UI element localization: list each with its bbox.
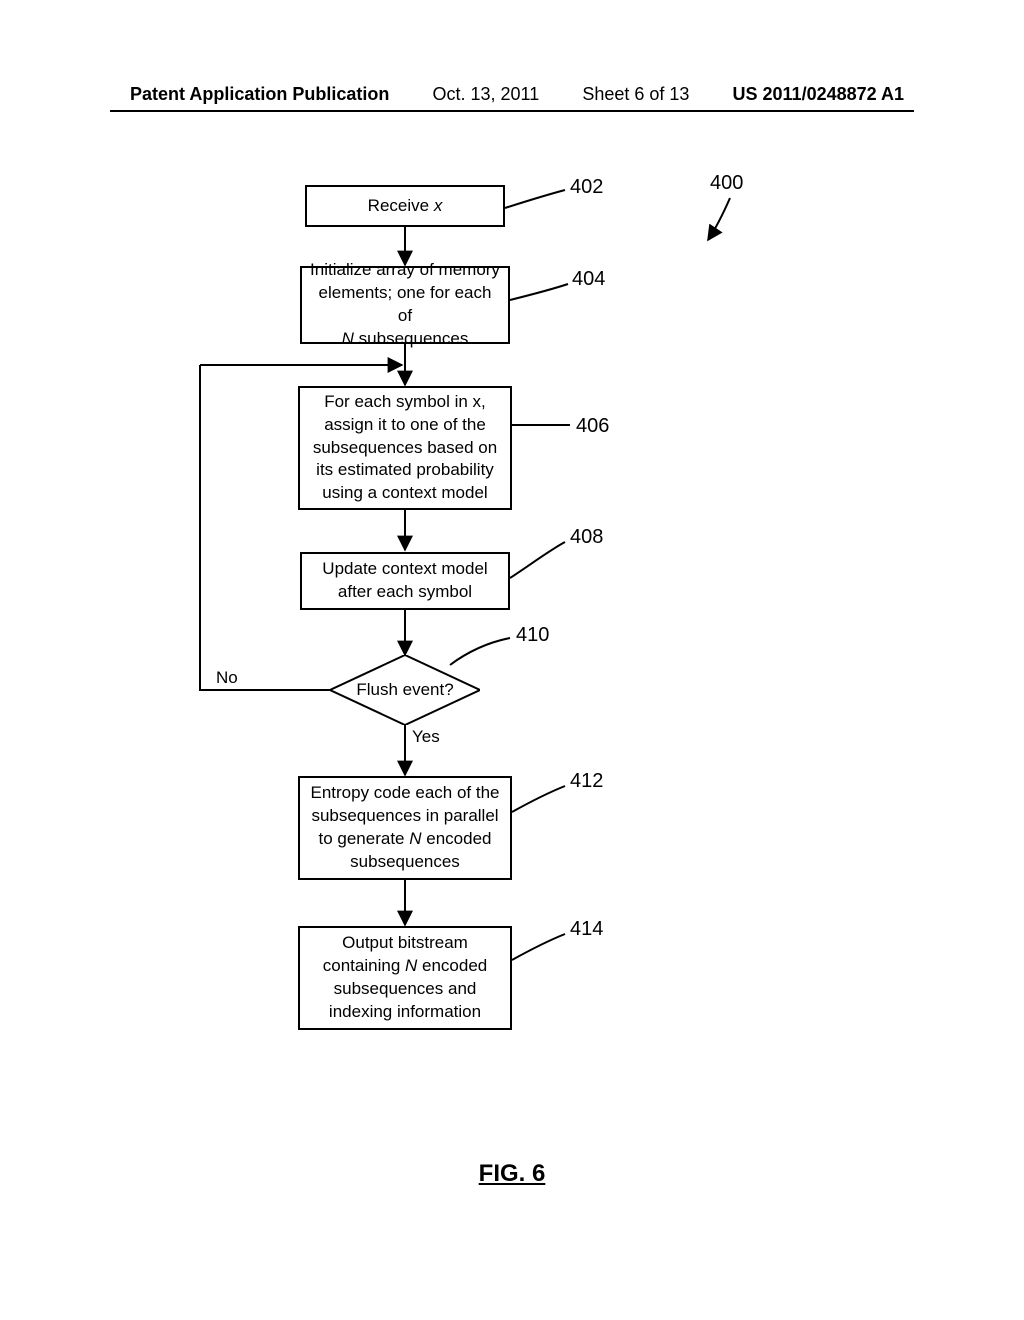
ref-406: 406 [576, 415, 609, 438]
step-408-box: Update context model after each symbol [300, 552, 510, 610]
step-406-box: For each symbol in x, assign it to one o… [298, 386, 512, 510]
step-412-box: Entropy code each of the subsequences in… [298, 776, 512, 880]
step-410-text: Flush event? [330, 655, 480, 725]
step-402-box: Receive x [305, 185, 505, 227]
ref-410: 410 [516, 624, 549, 647]
header-rule [110, 110, 914, 112]
ref-412: 412 [570, 770, 603, 793]
ref-404: 404 [572, 268, 605, 291]
step-404-box: Initialize array of memory elements; one… [300, 266, 510, 344]
ref-402: 402 [570, 176, 603, 199]
step-408-text: Update context model after each symbol [310, 558, 500, 604]
step-414-box: Output bitstream containing N encoded su… [298, 926, 512, 1030]
step-404-text: Initialize array of memory elements; one… [310, 259, 500, 351]
figure-caption: FIG. 6 [0, 1160, 1024, 1188]
ref-408: 408 [570, 526, 603, 549]
step-406-text: For each symbol in x, assign it to one o… [308, 391, 502, 506]
step-410-decision: Flush event? [330, 655, 480, 725]
branch-yes: Yes [412, 727, 440, 747]
publication-number: US 2011/0248872 A1 [733, 84, 904, 105]
ref-414: 414 [570, 918, 603, 941]
page-header: Patent Application Publication Oct. 13, … [0, 84, 1024, 105]
branch-no: No [216, 668, 238, 688]
ref-400: 400 [710, 172, 743, 195]
publication-date: Oct. 13, 2011 [432, 84, 539, 105]
step-414-text: Output bitstream containing N encoded su… [323, 932, 487, 1024]
sheet-number: Sheet 6 of 13 [582, 84, 689, 105]
publication-type: Patent Application Publication [130, 84, 389, 105]
step-412-text: Entropy code each of the subsequences in… [310, 782, 499, 874]
step-402-text: Receive x [368, 195, 443, 218]
flowchart: 400 Receive x 402 Initialize array of me… [110, 170, 914, 1170]
